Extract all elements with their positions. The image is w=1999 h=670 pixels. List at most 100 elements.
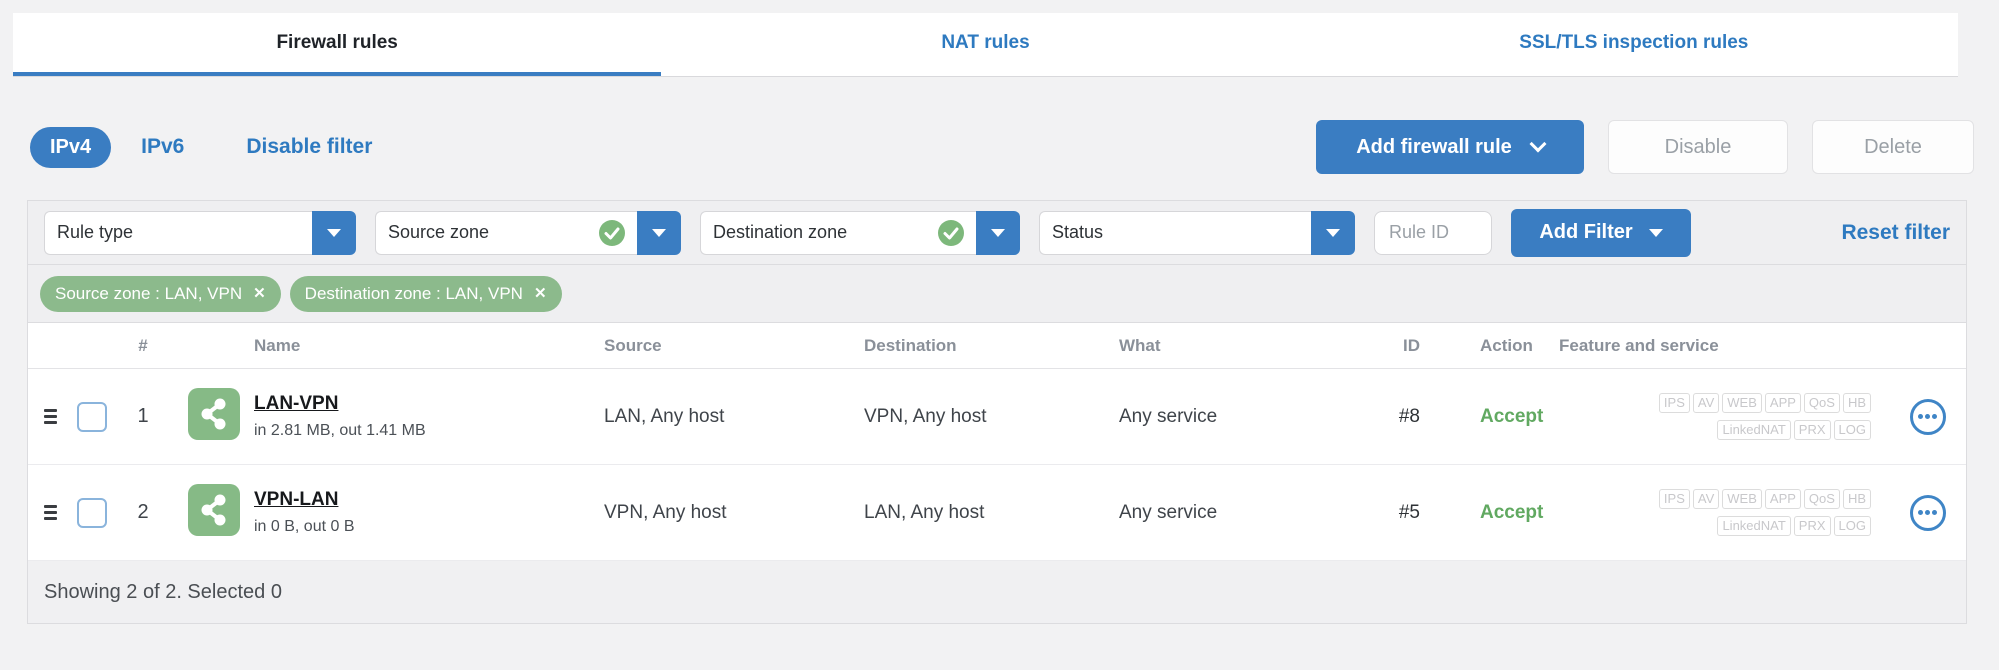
rule-action: Accept — [1480, 405, 1544, 427]
reset-filter-link[interactable]: Reset filter — [1841, 221, 1950, 245]
rules-tab-bar: Firewall rules NAT rules SSL/TLS inspect… — [13, 13, 1958, 77]
row-number: 1 — [137, 405, 149, 427]
feature-badge: IPS — [1658, 392, 1690, 413]
feature-badges: IPS AV WEB APP QoS HB LinkedNAT PRX LOG — [1559, 389, 1889, 444]
feature-badge: IPS — [1658, 488, 1690, 509]
drag-handle-icon[interactable] — [44, 505, 64, 520]
add-firewall-rule-label: Add firewall rule — [1356, 135, 1512, 158]
rule-id: #8 — [1398, 405, 1420, 427]
feature-badge: WEB — [1722, 488, 1762, 509]
status-label: Status — [1052, 222, 1104, 242]
toolbar-actions: Add firewall rule Disable Delete — [1316, 120, 1974, 174]
tab-firewall-rules[interactable]: Firewall rules — [13, 13, 662, 76]
header-what: What — [1119, 335, 1161, 355]
rule-action: Accept — [1480, 501, 1544, 523]
feature-badges: IPS AV WEB APP QoS HB LinkedNAT PRX LOG — [1559, 485, 1889, 540]
header-action: Action — [1480, 335, 1533, 355]
ellipsis-icon — [1925, 510, 1930, 515]
ellipsis-icon — [1925, 414, 1930, 419]
remove-chip-icon[interactable]: ✕ — [534, 286, 547, 301]
rule-name-link[interactable]: LAN-VPN — [254, 393, 338, 415]
feature-badge: LOG — [1833, 516, 1871, 537]
add-firewall-rule-button[interactable]: Add firewall rule — [1316, 120, 1584, 174]
ipv4-toggle[interactable]: IPv4 — [30, 126, 112, 168]
rule-traffic: in 2.81 MB, out 1.41 MB — [254, 422, 426, 439]
filter-row: Rule type Source zone Destination zone S… — [28, 201, 1966, 265]
network-rule-share-icon[interactable] — [188, 387, 240, 440]
remove-chip-icon[interactable]: ✕ — [253, 286, 266, 301]
source-zone-filter-chip[interactable]: Source zone : LAN, VPN ✕ — [40, 275, 281, 312]
rule-id-input[interactable] — [1374, 210, 1492, 255]
network-rule-share-icon[interactable] — [188, 483, 240, 536]
rule-destination: LAN, Any host — [864, 501, 985, 523]
caret-down-icon — [991, 228, 1005, 237]
table-row: 1 LAN-VPN in 2.81 MB, out 1.41 MB LAN, A… — [28, 369, 1966, 465]
table-row: 2 VPN-LAN in 0 B, out 0 B VPN, Any host … — [28, 465, 1966, 561]
row-checkbox[interactable] — [77, 401, 107, 432]
firewall-rules-panel: Rule type Source zone Destination zone S… — [27, 200, 1967, 624]
filter-active-check-icon — [599, 219, 625, 246]
rule-id: #5 — [1398, 501, 1420, 523]
add-filter-button[interactable]: Add Filter — [1511, 208, 1691, 257]
destination-zone-field: Destination zone — [700, 210, 976, 255]
caret-down-icon — [652, 228, 666, 237]
tab-nat-rules[interactable]: NAT rules — [661, 13, 1309, 76]
row-menu-button[interactable] — [1909, 398, 1946, 435]
row-checkbox[interactable] — [77, 497, 107, 528]
rule-name-link[interactable]: VPN-LAN — [254, 489, 338, 511]
rule-type-label: Rule type — [57, 222, 134, 242]
status-caret-button[interactable] — [1311, 210, 1355, 255]
feature-badge: WEB — [1722, 392, 1762, 413]
delete-button[interactable]: Delete — [1812, 120, 1974, 174]
feature-badge: PRX — [1793, 516, 1831, 537]
feature-badge: PRX — [1793, 420, 1831, 441]
destination-zone-dropdown[interactable]: Destination zone — [700, 210, 1020, 255]
source-zone-field: Source zone — [375, 210, 637, 255]
destination-zone-filter-chip[interactable]: Destination zone : LAN, VPN ✕ — [289, 275, 562, 312]
feature-badge: APP — [1764, 488, 1801, 509]
rule-what: Any service — [1119, 405, 1218, 427]
rule-source: VPN, Any host — [604, 501, 727, 523]
rule-type-caret-button[interactable] — [312, 210, 356, 255]
disable-filter-link[interactable]: Disable filter — [246, 135, 372, 159]
ipv6-toggle[interactable]: IPv6 — [141, 135, 184, 159]
status-dropdown[interactable]: Status — [1039, 210, 1355, 255]
ellipsis-icon — [1932, 414, 1937, 419]
destination-zone-caret-button[interactable] — [976, 210, 1020, 255]
add-filter-label: Add Filter — [1539, 221, 1633, 243]
feature-badge: LinkedNAT — [1717, 420, 1791, 441]
source-zone-label: Source zone — [388, 222, 490, 242]
filter-active-check-icon — [938, 219, 964, 246]
tab-ssl-tls-inspection-rules[interactable]: SSL/TLS inspection rules — [1310, 13, 1958, 76]
chevron-down-icon — [1529, 135, 1547, 152]
source-zone-dropdown[interactable]: Source zone — [375, 210, 681, 255]
chip-label: Destination zone : LAN, VPN — [304, 283, 523, 303]
feature-badge: APP — [1764, 392, 1801, 413]
feature-badge: AV — [1692, 392, 1720, 413]
feature-badge: LOG — [1833, 420, 1871, 441]
feature-badge: QoS — [1803, 392, 1840, 413]
chip-label: Source zone : LAN, VPN — [55, 283, 243, 303]
feature-badge: LinkedNAT — [1717, 516, 1791, 537]
drag-handle-icon[interactable] — [44, 409, 64, 424]
disable-button[interactable]: Disable — [1608, 120, 1788, 174]
header-id: ID — [1403, 335, 1420, 355]
header-feature-and-service: Feature and service — [1559, 335, 1719, 355]
caret-down-icon — [1648, 228, 1663, 237]
rule-what: Any service — [1119, 501, 1218, 523]
feature-badge: QoS — [1803, 488, 1840, 509]
source-zone-caret-button[interactable] — [637, 210, 681, 255]
row-menu-button[interactable] — [1909, 494, 1946, 531]
rule-type-field: Rule type — [44, 210, 312, 255]
header-number: # — [138, 335, 148, 355]
rule-type-dropdown[interactable]: Rule type — [44, 210, 356, 255]
rule-traffic: in 0 B, out 0 B — [254, 518, 355, 535]
destination-zone-label: Destination zone — [713, 222, 848, 242]
table-footer: Showing 2 of 2. Selected 0 — [28, 561, 1966, 623]
feature-badge: AV — [1692, 488, 1720, 509]
rule-source: LAN, Any host — [604, 405, 725, 427]
ellipsis-icon — [1918, 414, 1923, 419]
header-name: Name — [254, 335, 301, 355]
header-destination: Destination — [864, 335, 957, 355]
active-filter-chips: Source zone : LAN, VPN ✕ Destination zon… — [28, 265, 1966, 323]
